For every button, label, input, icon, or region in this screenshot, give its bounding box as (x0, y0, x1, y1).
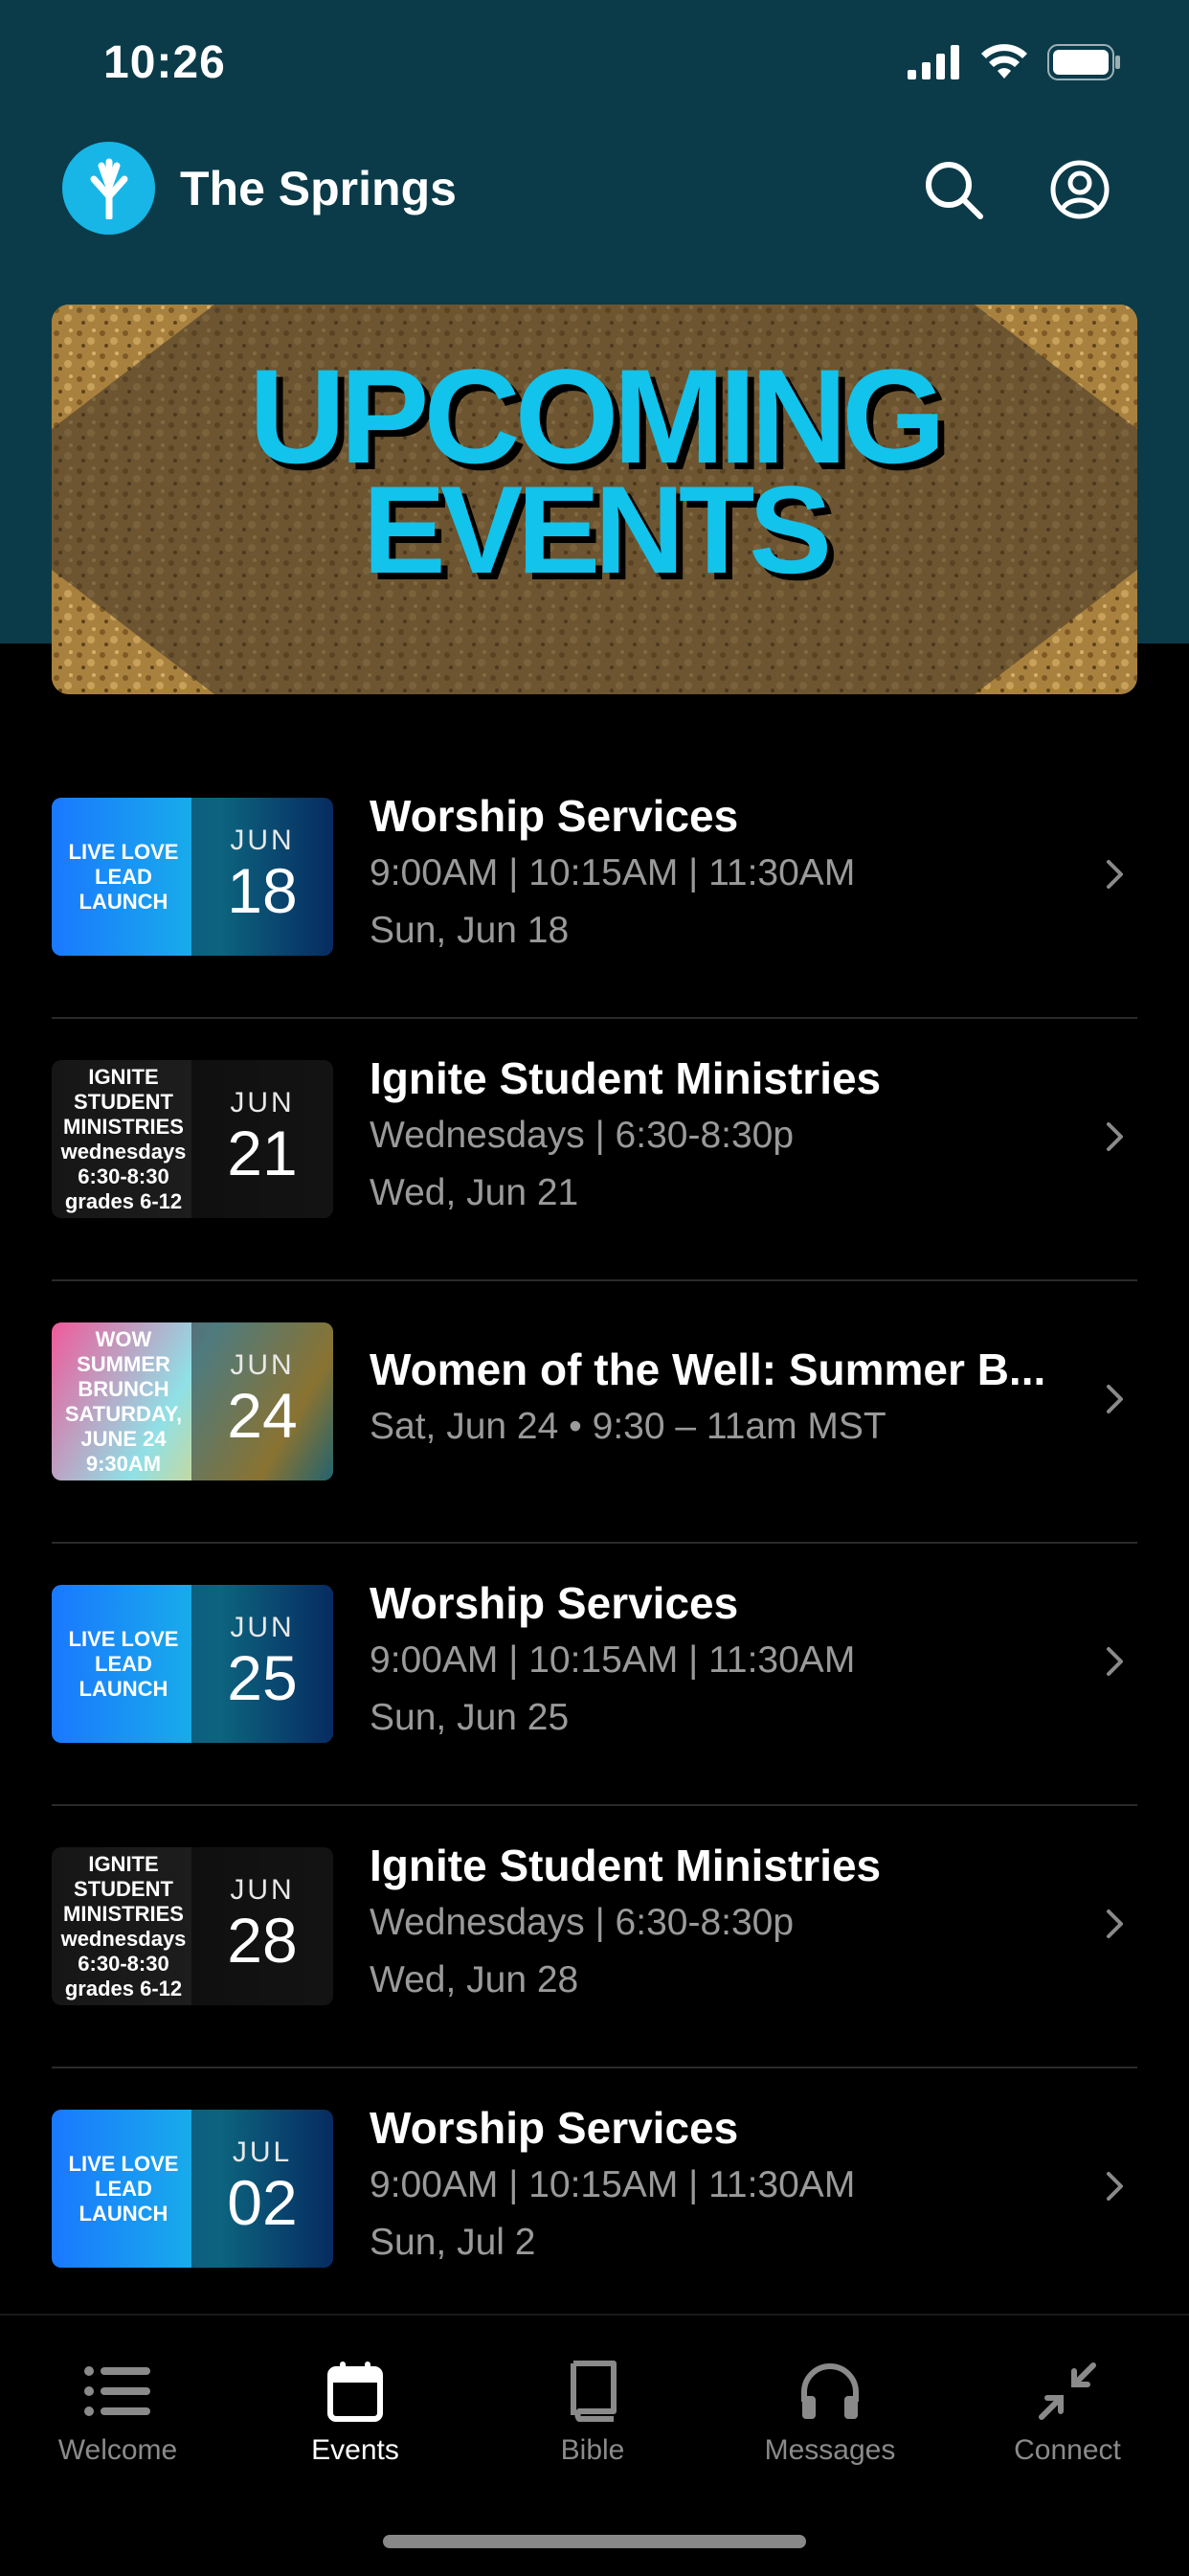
tab-label: Events (311, 2434, 399, 2466)
event-text: Worship Services 9:00AM | 10:15AM | 11:3… (370, 2099, 1078, 2271)
chevron-right-icon (1107, 1909, 1123, 1938)
event-date: Wed, Jun 21 (370, 1172, 579, 1213)
date-month: JUN (230, 1612, 295, 1643)
profile-icon (1050, 160, 1110, 219)
chevron-right-icon (1107, 1122, 1123, 1151)
date-day: 18 (227, 855, 298, 926)
headphones-icon (801, 2363, 859, 2419)
event-date: Wed, Jun 28 (370, 1959, 579, 2000)
wifi-icon (981, 44, 1027, 79)
app-title: The Springs (180, 162, 457, 215)
date-month: JUN (230, 1874, 295, 1906)
book-icon (571, 2361, 617, 2422)
event-date: Sun, Jul 2 (370, 2222, 536, 2263)
event-schedule: 9:00AM | 10:15AM | 11:30AM (370, 2164, 856, 2205)
event-row[interactable]: WOW SUMMER BRUNCH SATURDAY, JUNE 24 9:30… (52, 1281, 1137, 1544)
date-badge: JUN 25 (191, 1585, 333, 1743)
date-day: 24 (227, 1380, 298, 1451)
calendar-icon (327, 2361, 383, 2422)
event-text: Women of the Well: Summer B... Sat, Jun … (370, 1341, 1078, 1456)
event-thumbnail: WOW SUMMER BRUNCH SATURDAY, JUNE 24 9:30… (52, 1322, 333, 1480)
date-badge: JUN 21 (191, 1060, 333, 1218)
events-list: LIVE LOVE LEAD LAUNCH JUN 18 Worship Ser… (52, 757, 1137, 2331)
event-text: Ignite Student Ministries Wednesdays | 6… (370, 1050, 1078, 1222)
event-date: Sun, Jun 18 (370, 910, 570, 951)
date-month: JUN (230, 1087, 295, 1119)
tab-events[interactable]: Events (259, 2358, 451, 2467)
date-badge: JUN 18 (191, 798, 333, 956)
event-thumbnail: IGNITE STUDENT MINISTRIES wednesdays 6:3… (52, 1847, 333, 2005)
app-logo (62, 142, 155, 235)
chevron-right-icon (1107, 1385, 1123, 1413)
event-thumbnail: LIVE LOVE LEAD LAUNCH JUN 25 (52, 1585, 333, 1743)
search-icon (926, 162, 983, 219)
event-date: Sun, Jun 25 (370, 1697, 570, 1738)
event-schedule: 9:00AM | 10:15AM | 11:30AM (370, 852, 856, 893)
event-thumbnail: LIVE LOVE LEAD LAUNCH JUL 02 (52, 2110, 333, 2268)
event-title: Women of the Well: Summer B... (370, 1344, 1046, 1394)
list-icon (84, 2366, 150, 2416)
date-badge: JUL 02 (191, 2110, 333, 2268)
event-schedule: 9:00AM | 10:15AM | 11:30AM (370, 1639, 856, 1681)
date-badge: JUN 28 (191, 1847, 333, 2005)
banner-line-1: UPCOMING (249, 341, 946, 491)
date-month: JUN (230, 825, 295, 856)
date-day: 25 (227, 1642, 298, 1713)
chevron-right-icon (1107, 1647, 1123, 1676)
upcoming-events-banner[interactable]: UPCOMING EVENTS (52, 305, 1137, 694)
banner-title: UPCOMING EVENTS (52, 341, 1137, 599)
tab-bible[interactable]: Bible (497, 2358, 688, 2467)
signal-icon (908, 45, 959, 79)
tab-label: Bible (560, 2434, 625, 2466)
event-title: Worship Services (370, 791, 739, 841)
date-day: 02 (227, 2167, 298, 2238)
tab-messages[interactable]: Messages (734, 2358, 926, 2467)
event-thumbnail: LIVE LOVE LEAD LAUNCH JUN 18 (52, 798, 333, 956)
date-day: 21 (227, 1118, 298, 1188)
search-button[interactable] (919, 155, 988, 224)
chevron-right-icon (1107, 860, 1123, 889)
event-schedule: Wednesdays | 6:30-8:30p (370, 1902, 795, 1943)
tab-label: Welcome (57, 2434, 178, 2466)
tab-connect[interactable]: Connect (972, 2358, 1163, 2467)
event-schedule: Sat, Jun 24 • 9:30 – 11am MST (370, 1406, 886, 1447)
event-title: Worship Services (370, 1578, 739, 1628)
chevron-right-icon (1107, 2172, 1123, 2201)
profile-button[interactable] (1045, 155, 1114, 224)
status-icons (908, 42, 1122, 82)
tab-welcome[interactable]: Welcome (22, 2358, 213, 2467)
event-row[interactable]: LIVE LOVE LEAD LAUNCH JUN 18 Worship Ser… (52, 757, 1137, 1019)
status-time: 10:26 (103, 37, 226, 88)
event-thumbnail: IGNITE STUDENT MINISTRIES wednesdays 6:3… (52, 1060, 333, 1218)
status-bar: 10:26 (0, 0, 1189, 129)
event-row[interactable]: IGNITE STUDENT MINISTRIES wednesdays 6:3… (52, 1019, 1137, 1281)
event-title: Worship Services (370, 2103, 739, 2153)
event-text: Worship Services 9:00AM | 10:15AM | 11:3… (370, 787, 1078, 960)
event-text: Worship Services 9:00AM | 10:15AM | 11:3… (370, 1574, 1078, 1747)
battery-icon (1047, 44, 1120, 80)
event-title: Ignite Student Ministries (370, 1053, 882, 1103)
app-bar: The Springs (0, 138, 1189, 241)
date-badge: JUN 24 (191, 1322, 333, 1480)
collapse-arrows-icon (1039, 2362, 1096, 2420)
banner-line-2: EVENTS (362, 460, 832, 599)
event-row[interactable]: LIVE LOVE LEAD LAUNCH JUL 02 Worship Ser… (52, 2068, 1137, 2331)
date-month: JUN (230, 1349, 295, 1381)
tab-label: Messages (764, 2434, 896, 2466)
home-indicator (383, 2535, 806, 2548)
event-schedule: Wednesdays | 6:30-8:30p (370, 1115, 795, 1156)
event-title: Ignite Student Ministries (370, 1841, 882, 1890)
date-month: JUL (232, 2136, 293, 2168)
event-row[interactable]: IGNITE STUDENT MINISTRIES wednesdays 6:3… (52, 1806, 1137, 2068)
date-day: 28 (227, 1905, 298, 1976)
event-row[interactable]: LIVE LOVE LEAD LAUNCH JUN 25 Worship Ser… (52, 1544, 1137, 1806)
event-text: Ignite Student Ministries Wednesdays | 6… (370, 1837, 1078, 2009)
tree-logo-icon (90, 158, 127, 219)
tab-label: Connect (1014, 2434, 1121, 2466)
